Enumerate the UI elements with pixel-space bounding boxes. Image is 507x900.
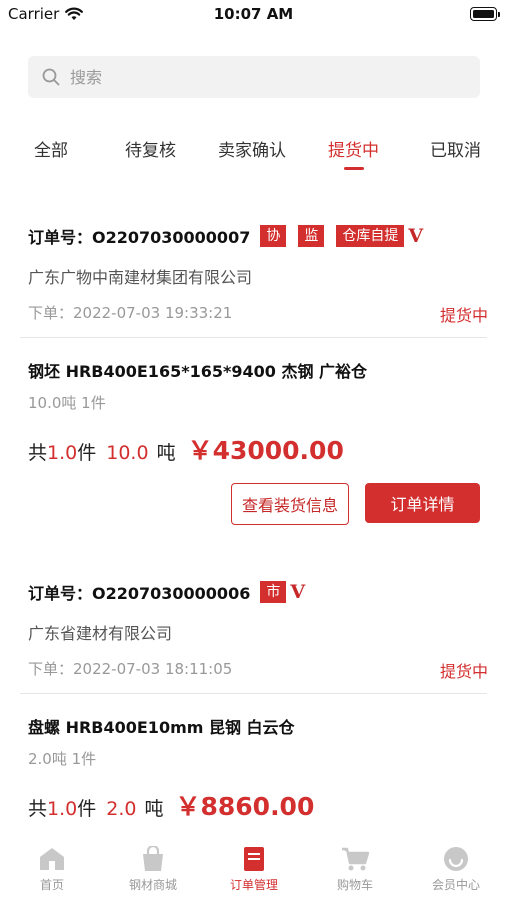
order-time: 下单：2022-07-03 19:33:21 bbox=[28, 304, 233, 322]
order-status: 提货中 bbox=[439, 662, 488, 681]
company-name: 广东省建材有限公司 bbox=[28, 624, 173, 643]
tabbar-label: 会员中心 bbox=[431, 878, 480, 892]
product-quantity: 2.0吨 1件 bbox=[28, 750, 97, 768]
order-number: 订单号：O2207030000007 bbox=[28, 228, 251, 247]
order-summary: 共 1.0 件 10.0 吨 ￥43000.00 bbox=[28, 431, 488, 467]
item-count: 1.0 bbox=[47, 798, 78, 820]
order-time: 下单：2022-07-03 18:11:05 bbox=[28, 660, 233, 678]
status-bar: Carrier 10:07 AM bbox=[0, 0, 507, 30]
count-unit: 件 bbox=[77, 798, 97, 820]
order-status-tabs: 全部 待复核 卖家确认 提货中 已取消 bbox=[0, 132, 507, 172]
order-card-header[interactable]: 订单号：O2207030000006 市 V 广东省建材有限公司 下单：2022… bbox=[28, 580, 488, 682]
product-name: 钢坯 HRB400E165*165*9400 杰钢 广裕仓 bbox=[28, 362, 368, 381]
order-product[interactable]: 钢坯 HRB400E165*165*9400 杰钢 广裕仓 10.0吨 1件 共… bbox=[28, 358, 488, 467]
tabbar-item-orders[interactable]: 订单管理 bbox=[209, 846, 299, 893]
bag-icon bbox=[143, 846, 163, 871]
summary-prefix: 共 bbox=[28, 798, 48, 820]
order-tag: 市 bbox=[260, 581, 287, 603]
order-number: 订单号：O2207030000006 bbox=[28, 584, 251, 603]
search-bar[interactable] bbox=[28, 56, 480, 98]
order-detail-button[interactable]: 订单详情 bbox=[365, 483, 480, 523]
order-tag: 监 bbox=[298, 225, 325, 247]
tabbar-label: 钢材商城 bbox=[128, 878, 177, 892]
product-name: 盘螺 HRB400E10mm 昆钢 白云仓 bbox=[28, 718, 295, 737]
cart-icon bbox=[342, 847, 370, 871]
vip-badge-icon: V bbox=[290, 581, 306, 603]
weight-unit: 吨 bbox=[156, 442, 176, 464]
product-quantity: 10.0吨 1件 bbox=[28, 394, 106, 412]
divider bbox=[20, 337, 487, 338]
order-card-header[interactable]: 订单号：O2207030000007 协 监 仓库自提 V 广东广物中南建材集团… bbox=[28, 224, 488, 326]
member-icon bbox=[444, 847, 468, 871]
tab-seller-confirm[interactable]: 卖家确认 bbox=[218, 136, 286, 161]
status-time: 10:07 AM bbox=[213, 5, 294, 23]
company-name: 广东广物中南建材集团有限公司 bbox=[28, 268, 253, 287]
divider bbox=[20, 693, 487, 694]
tab-all[interactable]: 全部 bbox=[34, 136, 68, 161]
tab-pending-review[interactable]: 待复核 bbox=[125, 136, 176, 161]
total-weight: 2.0 bbox=[106, 798, 137, 820]
tabbar-label: 订单管理 bbox=[229, 878, 278, 892]
battery-icon bbox=[470, 7, 500, 21]
count-unit: 件 bbox=[77, 442, 97, 464]
order-status: 提货中 bbox=[439, 306, 488, 325]
search-input[interactable] bbox=[70, 67, 450, 87]
active-tab-indicator bbox=[344, 167, 364, 170]
tab-picking-up[interactable]: 提货中 bbox=[328, 136, 379, 161]
home-icon bbox=[40, 848, 64, 870]
order-price: ￥43000.00 bbox=[187, 436, 344, 465]
tabbar-item-cart[interactable]: 购物车 bbox=[310, 846, 400, 893]
tab-cancelled[interactable]: 已取消 bbox=[430, 136, 481, 161]
total-weight: 10.0 bbox=[106, 442, 149, 464]
order-summary: 共 1.0 件 2.0 吨 ￥8860.00 bbox=[28, 787, 488, 823]
order-tag: 协 bbox=[260, 225, 287, 247]
tabbar-item-member[interactable]: 会员中心 bbox=[411, 846, 501, 893]
bottom-tab-bar: 首页 钢材商城 订单管理 购物车 会员中心 bbox=[0, 836, 507, 900]
summary-prefix: 共 bbox=[28, 442, 48, 464]
tabbar-item-home[interactable]: 首页 bbox=[7, 846, 97, 893]
tabbar-label: 首页 bbox=[39, 878, 64, 892]
view-loading-info-button[interactable]: 查看装货信息 bbox=[231, 483, 349, 525]
item-count: 1.0 bbox=[47, 442, 78, 464]
tabbar-item-mall[interactable]: 钢材商城 bbox=[108, 846, 198, 893]
order-product[interactable]: 盘螺 HRB400E10mm 昆钢 白云仓 2.0吨 1件 共 1.0 件 2.0 吨… bbox=[28, 714, 488, 823]
tabbar-label: 购物车 bbox=[336, 878, 373, 892]
weight-unit: 吨 bbox=[144, 798, 164, 820]
search-icon bbox=[42, 68, 60, 86]
order-price: ￥8860.00 bbox=[175, 792, 315, 821]
vip-badge-icon: V bbox=[408, 225, 424, 247]
order-tag: 仓库自提 bbox=[336, 225, 405, 247]
order-book-icon bbox=[244, 847, 264, 871]
